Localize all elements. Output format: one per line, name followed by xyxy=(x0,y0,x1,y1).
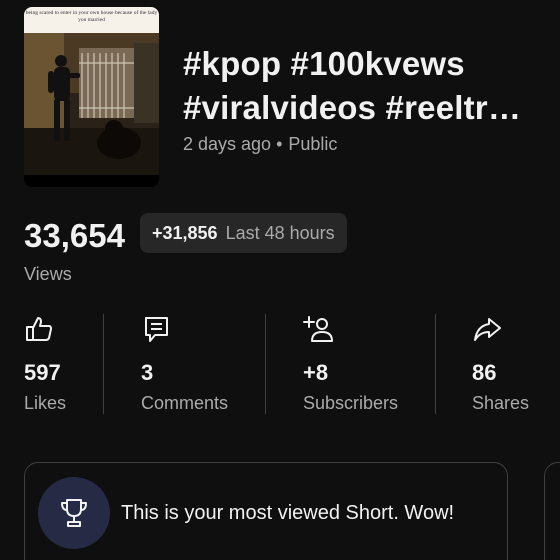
next-card-peek[interactable] xyxy=(544,462,560,560)
stat-comments[interactable]: 3 Comments xyxy=(141,314,228,413)
visibility-status: Public xyxy=(288,134,338,154)
achievement-text: This is your most viewed Short. Wow! xyxy=(121,502,455,524)
thumbnail-scene-image xyxy=(24,33,159,175)
views-label: Views xyxy=(24,264,72,284)
likes-value: 597 xyxy=(24,360,61,385)
video-thumbnail[interactable]: being scared to enter in your own house … xyxy=(24,7,159,187)
thumbs-up-icon xyxy=(26,317,52,341)
trophy-badge xyxy=(38,477,110,549)
share-icon xyxy=(474,318,501,341)
likes-label: Likes xyxy=(24,393,67,413)
views-count: 33,654 xyxy=(24,217,125,254)
views-delta-pill: +31,856 Last 48 hours xyxy=(140,213,347,253)
views-delta: +31,856 xyxy=(152,222,218,243)
stat-divider xyxy=(103,314,104,414)
stat-divider xyxy=(435,314,436,414)
video-title-line-1: #kpop #100kvews xyxy=(183,45,465,82)
comments-label: Comments xyxy=(141,393,229,413)
video-title: #kpop #100kvews #viralvideos #reeltr… xyxy=(183,42,533,130)
subscribers-value: +8 xyxy=(303,360,329,385)
meta-separator: • xyxy=(276,134,283,154)
video-title-line-2: #viralvideos #reeltr… xyxy=(183,89,522,126)
trophy-icon xyxy=(61,499,87,527)
stat-likes[interactable]: 597 Likes xyxy=(24,314,66,413)
stat-shares[interactable]: 86 Shares xyxy=(472,314,529,413)
views-period: Last 48 hours xyxy=(225,222,335,243)
shares-value: 86 xyxy=(472,360,497,385)
stat-divider xyxy=(265,314,266,414)
achievement-card[interactable]: This is your most viewed Short. Wow! xyxy=(24,462,508,560)
comment-icon xyxy=(145,317,168,342)
thumbnail-bottom-bar xyxy=(24,175,159,187)
add-person-icon xyxy=(303,316,333,342)
stat-subscribers[interactable]: +8 Subscribers xyxy=(303,314,398,413)
short-analytics-screen: being scared to enter in your own house … xyxy=(0,0,560,560)
thumbnail-caption: being scared to enter in your own house … xyxy=(24,7,159,33)
video-meta: 2 days ago • Public xyxy=(183,134,337,155)
comments-value: 3 xyxy=(141,360,154,385)
shares-label: Shares xyxy=(472,393,530,413)
subscribers-label: Subscribers xyxy=(303,393,399,413)
upload-age: 2 days ago xyxy=(183,134,272,154)
